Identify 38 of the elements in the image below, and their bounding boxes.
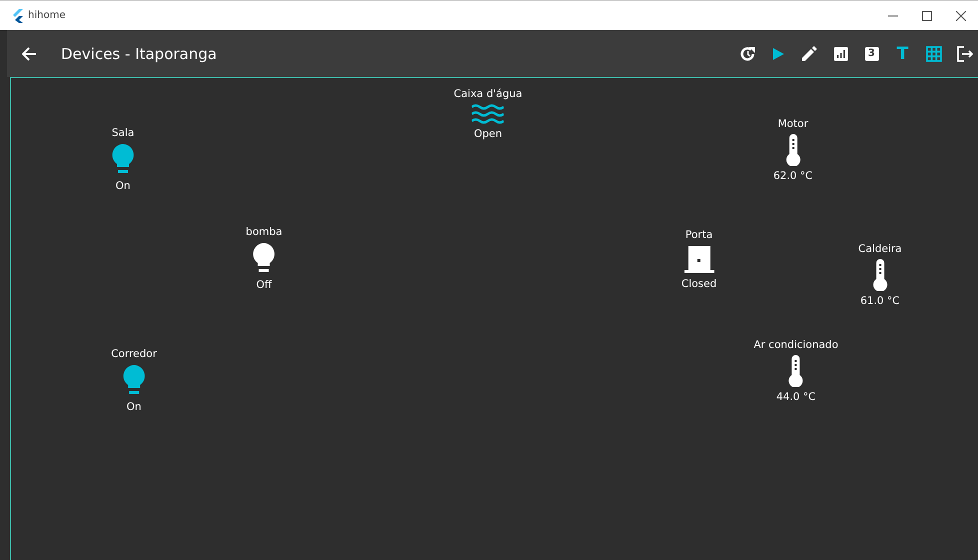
door-icon xyxy=(684,245,714,274)
pencil-icon xyxy=(802,46,817,61)
lightbulb-icon xyxy=(111,143,135,176)
thermometer-icon xyxy=(872,259,888,291)
device-name: Corredor xyxy=(111,348,157,360)
device-name: Porta xyxy=(685,229,713,241)
thermometer-icon xyxy=(785,134,801,166)
waves-icon xyxy=(472,104,504,124)
lightbulb-icon xyxy=(252,242,276,275)
text-button[interactable]: T xyxy=(889,38,916,68)
device-status: On xyxy=(116,180,130,192)
maximize-icon xyxy=(922,10,932,20)
page-title: Devices - Itaporanga xyxy=(61,44,217,62)
device-status: 62.0 °C xyxy=(773,170,813,182)
thermometer-icon xyxy=(788,355,804,387)
app-logo-icon xyxy=(12,8,24,22)
device-name: Caldeira xyxy=(858,243,902,255)
play-icon xyxy=(773,48,784,60)
device-name: Sala xyxy=(112,127,134,139)
device-status: 61.0 °C xyxy=(860,295,900,307)
device-status: Off xyxy=(256,279,272,291)
device-name: Caixa d'água xyxy=(454,88,522,100)
device-status: On xyxy=(126,401,142,413)
back-arrow-icon xyxy=(22,46,36,60)
device-name: bomba xyxy=(246,226,282,238)
window-title: hihome xyxy=(28,10,66,21)
exit-icon xyxy=(956,46,972,62)
close-icon xyxy=(956,10,966,20)
device-status: 44.0 °C xyxy=(776,391,816,403)
device-status: Open xyxy=(474,128,502,140)
chart-icon xyxy=(834,46,848,60)
device-name: Motor xyxy=(778,118,808,130)
device-name: Ar condicionado xyxy=(754,339,838,351)
device-status: Closed xyxy=(681,278,717,290)
lightbulb-icon xyxy=(122,364,146,397)
counter-button[interactable]: 3 xyxy=(858,38,885,68)
grid-icon xyxy=(926,46,942,62)
history-icon xyxy=(740,46,756,62)
